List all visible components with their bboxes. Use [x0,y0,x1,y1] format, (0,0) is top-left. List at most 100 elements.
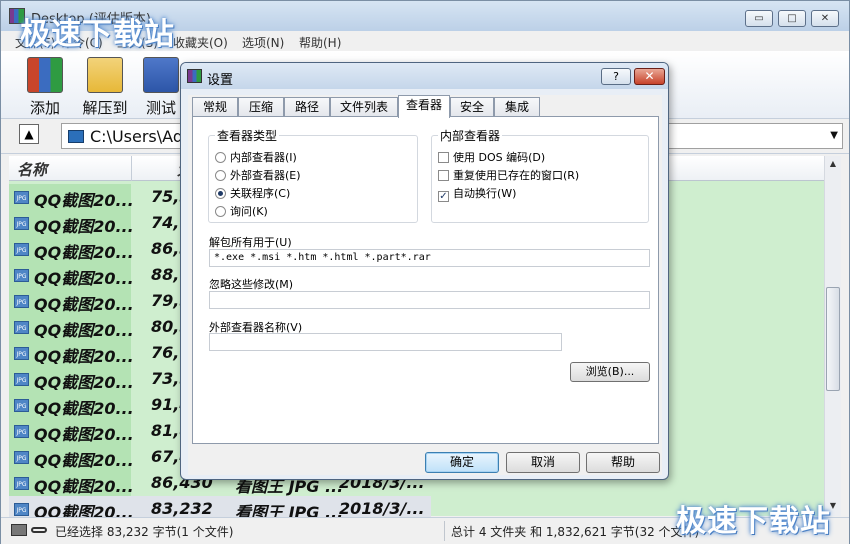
checkmark-icon[interactable]: ✓ [438,191,449,202]
jpg-file-icon: JPG [14,321,29,334]
file-name: QQ截图20... [34,373,134,392]
radio-button[interactable] [215,152,226,163]
scroll-thumb[interactable] [826,287,840,391]
cancel-button[interactable]: 取消 [506,452,580,473]
books-icon [27,57,63,93]
status-total-text: 总计 4 文件夹 和 1,832,621 字节(32 个文件) [451,525,700,539]
dialog-body: 常规 压缩 路径 文件列表 查看器 安全 集成 查看器类型 内部查看器(I) 外… [188,95,662,475]
file-name: QQ截图20... [34,451,134,470]
radio-associated-program[interactable]: 关联程序(C) [215,185,290,201]
dialog-close-button[interactable]: ✕ [634,68,665,85]
radio-button[interactable] [215,206,226,217]
menu-favorites[interactable]: 收藏夹(O) [173,34,228,51]
file-list-scrollbar[interactable]: ▲ ▼ [824,156,841,516]
jpg-file-icon: JPG [14,373,29,386]
close-window-button[interactable]: ✕ [811,10,839,27]
tab-general[interactable]: 常规 [192,97,238,117]
key-icon[interactable] [31,527,47,533]
maximize-button[interactable]: □ [778,10,806,27]
ok-button[interactable]: 确定 [425,452,499,473]
radio-button-selected[interactable] [215,188,226,199]
chevron-down-icon[interactable]: ▼ [830,130,838,141]
menu-help[interactable]: 帮助(H) [299,34,341,51]
column-header-name[interactable]: 名称 [17,159,47,180]
radio-internal-viewer[interactable]: 内部查看器(I) [215,149,297,165]
file-name: QQ截图20... [34,321,134,340]
file-name: QQ截图20... [34,243,134,262]
tab-file-list[interactable]: 文件列表 [330,97,398,117]
add-label: 添加 [29,99,60,117]
path-text: C:\Users\Ad [90,127,183,146]
add-button[interactable]: 添加 [15,55,75,117]
ignore-label: 忽略这些修改(M) [209,278,294,291]
ignore-field[interactable] [209,291,650,309]
file-name: QQ截图20... [34,425,134,444]
file-size: 83,232 [151,499,213,518]
tab-security[interactable]: 安全 [450,97,494,117]
radio-button[interactable] [215,170,226,181]
file-name: QQ截图20... [34,217,134,236]
checkbox-word-wrap[interactable]: ✓ 自动换行(W) [438,185,516,202]
radio-ask[interactable]: 询问(K) [215,203,268,219]
status-selected-text: 已经选择 83,232 字节(1 个文件) [55,525,234,539]
checkbox[interactable] [438,170,449,181]
checkbox-label: 使用 DOS 编码(D) [453,151,546,164]
internal-viewer-group: 内部查看器 使用 DOS 编码(D) 重复使用已存在的窗口(R) ✓ 自动换行(W… [431,127,649,223]
jpg-file-icon: JPG [14,243,29,256]
checkbox-reuse-window[interactable]: 重复使用已存在的窗口(R) [438,167,579,183]
radio-label: 关联程序(C) [230,187,291,200]
extract-to-button[interactable]: 解压到 [75,55,135,117]
extract-to-label: 解压到 [82,99,128,117]
test-icon [143,57,179,93]
dialog-titlebar: 设置 ? ✕ [181,63,668,89]
file-name: QQ截图20... [34,269,134,288]
up-folder-button[interactable]: ▲ [19,124,39,144]
menu-options[interactable]: 选项(N) [242,34,284,51]
browse-button[interactable]: 浏览(B)... [570,362,650,382]
jpg-file-icon: JPG [14,217,29,230]
viewer-type-group: 查看器类型 内部查看器(I) 外部查看器(E) 关联程序(C) 询问(K) [208,127,418,223]
unpack-field[interactable]: *.exe *.msi *.htm *.html *.part*.rar [209,249,650,267]
watermark-top: 极速下载站 [20,17,175,52]
jpg-file-icon: JPG [14,191,29,204]
radio-label: 内部查看器(I) [230,151,297,164]
dialog-title: 设置 [207,73,234,88]
radio-label: 询问(K) [230,205,268,218]
checkbox[interactable] [438,152,449,163]
radio-external-viewer[interactable]: 外部查看器(E) [215,167,301,183]
internal-viewer-title: 内部查看器 [438,127,503,144]
column-separator[interactable] [131,156,132,181]
jpg-file-icon: JPG [14,347,29,360]
file-name: QQ截图20... [34,191,134,210]
unpack-label: 解包所有用于(U) [209,236,292,249]
dialog-help-button[interactable]: ? [601,68,631,85]
checkbox-label: 重复使用已存在的窗口(R) [453,169,580,182]
viewer-type-title: 查看器类型 [215,127,280,144]
minimize-button[interactable]: ▭ [745,10,773,27]
checkbox-dos-encoding[interactable]: 使用 DOS 编码(D) [438,149,545,165]
settings-dialog: 设置 ? ✕ 常规 压缩 路径 文件列表 查看器 安全 集成 查看器类型 内部查… [180,62,669,480]
tab-paths[interactable]: 路径 [284,97,330,117]
status-divider [444,521,445,541]
tab-compression[interactable]: 压缩 [238,97,284,117]
file-name: QQ截图20... [34,347,134,366]
drive-icon[interactable] [11,524,27,536]
folder-extract-icon [87,57,123,93]
watermark-bottom: 极速下载站 [676,504,831,539]
viewer-tab-page: 查看器类型 内部查看器(I) 外部查看器(E) 关联程序(C) 询问(K) 内部… [192,116,659,444]
tab-viewer[interactable]: 查看器 [398,95,450,118]
file-date: 2018/3/... [339,499,425,518]
help-button[interactable]: 帮助 [586,452,660,473]
jpg-file-icon: JPG [14,425,29,438]
jpg-file-icon: JPG [14,269,29,282]
monitor-icon [68,130,84,143]
external-viewer-field[interactable] [209,333,562,351]
checkbox-label: 自动换行(W) [453,187,517,200]
file-name: QQ截图20... [34,477,134,496]
winrar-dialog-icon [187,69,202,83]
file-name: QQ截图20... [34,295,134,314]
jpg-file-icon: JPG [14,295,29,308]
scroll-up-arrow-icon[interactable]: ▲ [825,156,841,172]
jpg-file-icon: JPG [14,451,29,464]
tab-integration[interactable]: 集成 [494,97,540,117]
